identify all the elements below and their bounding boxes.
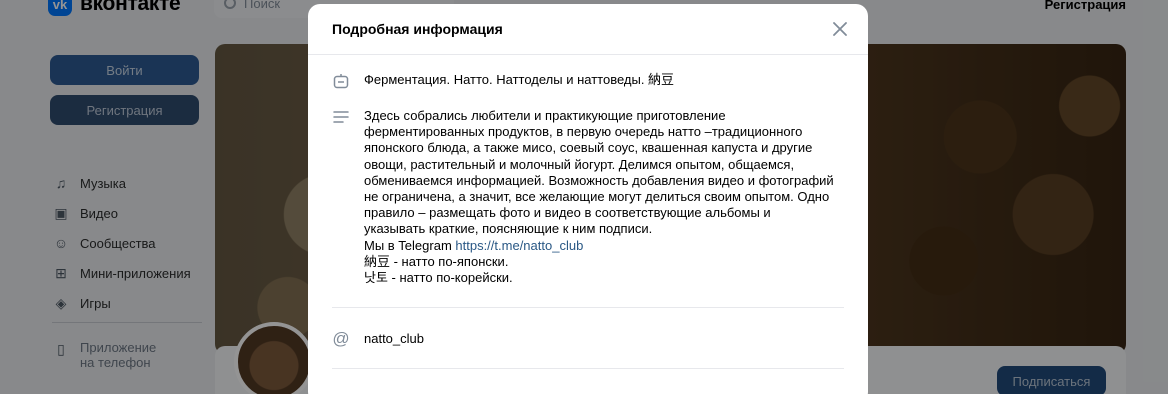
short-address-row: @ natto_club: [332, 329, 424, 348]
description-icon: [332, 108, 350, 126]
details-modal: Подробная информация Ферментация. Натто.…: [308, 4, 868, 394]
description-row: Здесь собрались любители и практикующие …: [332, 108, 834, 286]
telegram-line: Мы в Telegram https://t.me/natto_club: [364, 238, 834, 254]
section-divider: [332, 307, 844, 308]
short-address[interactable]: natto_club: [364, 330, 424, 348]
description-line: правило – размещать фото и видео в соотв…: [364, 205, 771, 221]
section-divider: [332, 368, 844, 369]
modal-title: Подробная информация: [332, 21, 503, 37]
description-line: овощи, растительный и молочный йогурт. Д…: [364, 156, 795, 172]
description-line: Здесь собрались любители и практикующие …: [364, 108, 726, 123]
close-icon: [833, 22, 847, 36]
description-line-korean: 낫토 - натто по-корейски.: [364, 270, 513, 286]
telegram-link[interactable]: https://t.me/natto_club: [455, 238, 583, 253]
modal-header: Подробная информация: [308, 4, 868, 55]
community-name-row: Ферментация. Натто. Наттоделы и наттовед…: [332, 72, 674, 90]
community-name-icon: [332, 72, 350, 90]
description-line: указывать краткие, поясняющие к ним подп…: [364, 221, 653, 237]
description-line: обмениваемся информацией. Возможность до…: [364, 172, 834, 188]
at-sign-icon: @: [332, 329, 350, 348]
description-line: не ограничена, а значит, все желающие мо…: [364, 189, 830, 205]
telegram-prefix: Мы в Telegram: [364, 237, 456, 253]
community-name: Ферментация. Натто. Наттоделы и наттовед…: [364, 72, 675, 87]
close-button[interactable]: [829, 18, 851, 40]
description-text: Здесь собрались любители и практикующие …: [364, 108, 834, 286]
description-line-japanese: 納豆 - натто по-японски.: [364, 253, 509, 269]
description-line: ферментированных продуктов, в первую оче…: [364, 124, 803, 140]
description-line: японского блюда, а также мисо, соевый со…: [364, 140, 813, 156]
